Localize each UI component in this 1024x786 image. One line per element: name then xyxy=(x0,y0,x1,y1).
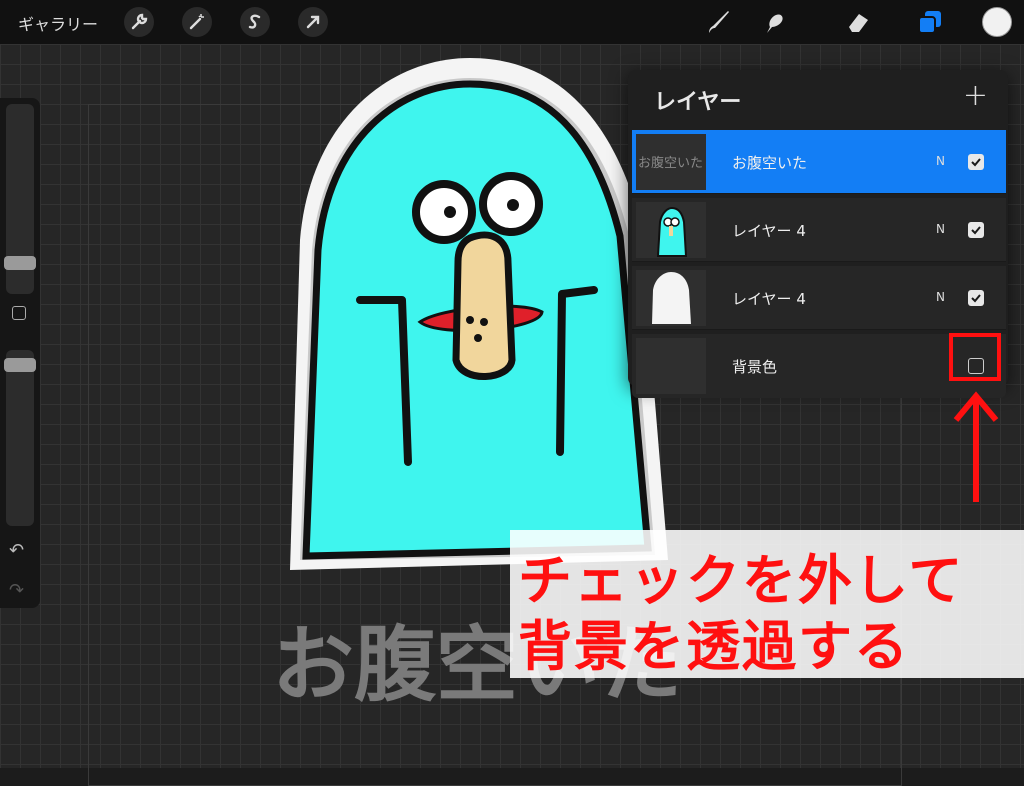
layer-thumbnail: お腹空いた xyxy=(636,134,706,190)
visibility-checkbox[interactable] xyxy=(968,290,984,306)
layer-row-white-shape[interactable]: レイヤー 4 N xyxy=(632,266,1006,330)
gallery-button[interactable]: ギャラリー xyxy=(18,11,98,35)
caption-line-2: 背景を透過する xyxy=(518,615,910,678)
opacity-thumb[interactable] xyxy=(4,358,36,372)
layer-thumbnail xyxy=(636,338,706,394)
layer-thumbnail xyxy=(636,202,706,258)
add-layer-icon[interactable]: + xyxy=(963,78,988,113)
blend-mode-button[interactable]: N xyxy=(936,154,945,168)
redo-icon[interactable]: ↷ xyxy=(9,580,24,601)
wrench-icon[interactable] xyxy=(124,7,154,37)
blend-mode-button[interactable]: N xyxy=(936,290,945,304)
layer-row-character[interactable]: レイヤー 4 N xyxy=(632,198,1006,262)
layers-icon[interactable] xyxy=(914,6,946,38)
layers-panel-title: レイヤー xyxy=(654,90,742,115)
layer-name: お腹空いた xyxy=(732,154,808,172)
eraser-icon[interactable] xyxy=(842,6,874,38)
undo-icon[interactable]: ↶ xyxy=(9,540,24,561)
color-picker-button[interactable] xyxy=(982,7,1012,37)
move-arrow-icon[interactable] xyxy=(298,7,328,37)
visibility-checkbox[interactable] xyxy=(968,222,984,238)
highlight-box xyxy=(949,333,1001,381)
blend-mode-button[interactable]: N xyxy=(936,222,945,236)
layer-name: レイヤー 4 xyxy=(732,290,806,308)
opacity-slider[interactable] xyxy=(6,350,34,526)
modify-button[interactable] xyxy=(12,306,26,320)
brush-icon[interactable] xyxy=(702,6,734,38)
layer-row-text[interactable]: お腹空いた お腹空いた N xyxy=(632,130,1006,194)
layer-name: 背景色 xyxy=(732,358,778,376)
brush-size-thumb[interactable] xyxy=(4,256,36,270)
top-toolbar: ギャラリー xyxy=(0,0,1024,44)
left-sidebar: ↶ ↷ xyxy=(0,98,40,608)
magic-wand-icon[interactable] xyxy=(182,7,212,37)
smudge-icon[interactable] xyxy=(758,6,790,38)
visibility-checkbox[interactable] xyxy=(968,154,984,170)
layer-name: レイヤー 4 xyxy=(732,222,806,240)
selection-s-icon[interactable] xyxy=(240,7,270,37)
instruction-caption: チェックを外して 背景を透過する xyxy=(510,530,1024,678)
layer-thumbnail xyxy=(636,270,706,326)
